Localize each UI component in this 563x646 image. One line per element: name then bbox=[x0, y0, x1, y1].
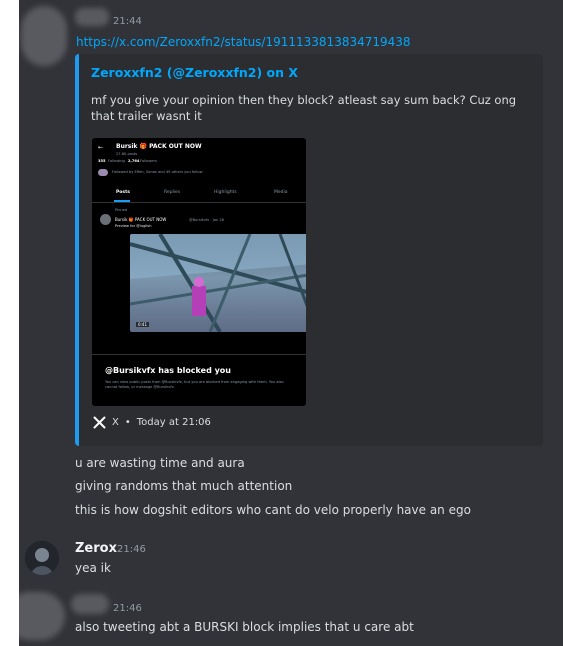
message-text: yea ik bbox=[75, 561, 111, 575]
message-author[interactable]: Zerox bbox=[75, 541, 117, 556]
redacted-username bbox=[71, 594, 109, 614]
link-embed: Zeroxxfn2 (@Zeroxxfn2) on X mf you give … bbox=[75, 54, 543, 446]
profile-name: Bursik 🎁 PACK OUT NOW bbox=[116, 143, 202, 150]
followed-by-text: Followed by Effen, Sonas and 49 others y… bbox=[112, 170, 203, 174]
tweet-video-thumbnail: 0:41 bbox=[130, 234, 306, 332]
embed-author[interactable]: Zeroxxfn2 (@Zeroxxfn2) on X bbox=[91, 65, 298, 80]
x-logo-icon bbox=[93, 416, 106, 429]
tweet-text: Preview for @iugilsh bbox=[115, 224, 152, 228]
blocked-title: @Bursikvfx has blocked you bbox=[105, 366, 231, 375]
embed-footer-time: Today at 21:06 bbox=[136, 417, 211, 428]
message-text: also tweeting abt a BURSKI block implies… bbox=[75, 620, 414, 634]
message-timestamp: 21:46 bbox=[117, 544, 146, 555]
redacted-avatar bbox=[19, 592, 65, 640]
follower-avatars bbox=[98, 169, 108, 176]
message-text: u are wasting time and aura bbox=[75, 456, 245, 470]
footer-separator: • bbox=[124, 417, 131, 428]
left-margin bbox=[0, 0, 19, 646]
chat-area: 21:44 https://x.com/Zeroxxfn2/status/191… bbox=[19, 0, 563, 646]
following-label: Following bbox=[108, 159, 125, 163]
tweet-link[interactable]: https://x.com/Zeroxxfn2/status/191113381… bbox=[76, 35, 411, 49]
avatar[interactable] bbox=[25, 541, 59, 575]
posts-count: 27.6K posts bbox=[116, 152, 138, 156]
redacted-avatar bbox=[21, 6, 67, 66]
tweet-author: Bursik 🎁 PACK OUT NOW bbox=[115, 217, 167, 222]
pinned-label: Pinned bbox=[115, 208, 128, 212]
embed-description: mf you give your opinion then they block… bbox=[91, 93, 517, 123]
back-arrow-icon: ← bbox=[98, 144, 104, 151]
divider bbox=[92, 202, 306, 203]
followers-count: 2,764 bbox=[128, 159, 140, 163]
video-duration: 0:41 bbox=[136, 322, 149, 327]
tweet-handle: @Bursikvfx · Jan 28 bbox=[189, 218, 224, 222]
embed-footer-source: X bbox=[112, 417, 119, 428]
followers-label: Followers bbox=[140, 159, 157, 163]
blocked-text: You can view public posts from @Bursikvf… bbox=[105, 380, 284, 389]
tweet-avatar bbox=[100, 214, 111, 225]
embed-image[interactable]: ← Bursik 🎁 PACK OUT NOW 27.6K posts 355 … bbox=[92, 138, 306, 406]
redacted-username bbox=[75, 8, 109, 26]
embed-footer: X • Today at 21:06 bbox=[93, 416, 211, 429]
tab-highlights: Highlights bbox=[214, 190, 237, 195]
tab-media: Media bbox=[274, 190, 288, 195]
message-text: giving randoms that much attention bbox=[75, 479, 293, 493]
tab-replies: Replies bbox=[164, 190, 181, 195]
tab-posts: Posts bbox=[116, 190, 130, 195]
following-count: 355 bbox=[98, 159, 106, 163]
message-timestamp: 21:46 bbox=[113, 603, 142, 614]
message-timestamp: 21:44 bbox=[113, 16, 142, 27]
message-text: this is how dogshit editors who cant do … bbox=[75, 503, 471, 517]
divider bbox=[92, 354, 306, 355]
